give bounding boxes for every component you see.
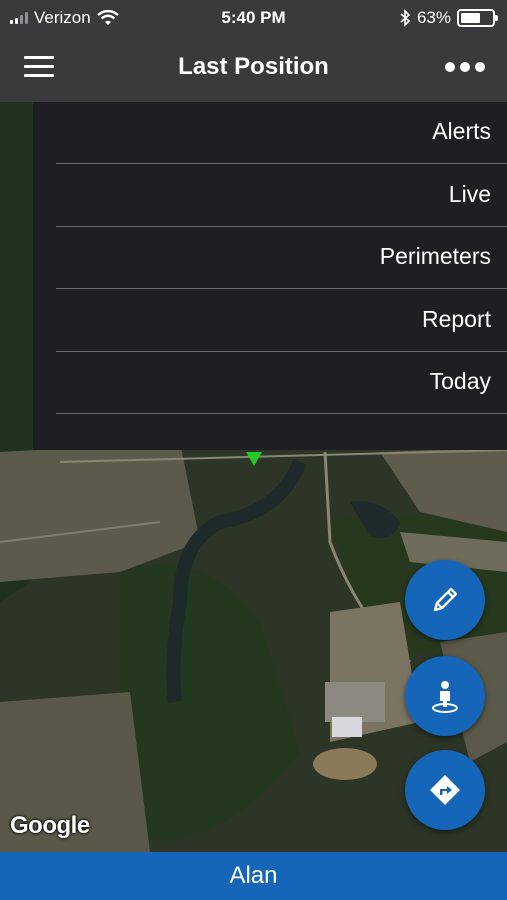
battery-icon <box>457 9 498 27</box>
google-logo: Google <box>10 812 90 839</box>
menu-item-label: Perimeters <box>379 243 491 269</box>
menu-item-alerts[interactable]: Alerts <box>56 102 507 164</box>
menu-item-label: Live <box>448 181 491 207</box>
menu-item-today[interactable]: Today <box>56 352 507 414</box>
menu-item-perimeters[interactable]: Perimeters <box>56 227 507 289</box>
device-name-bar[interactable]: Alan <box>0 852 507 900</box>
page-title: Last Position <box>178 53 329 80</box>
app-header: Last Position <box>0 36 507 102</box>
edit-button[interactable] <box>405 560 485 640</box>
bluetooth-icon <box>400 9 411 27</box>
menu-item-label: Today <box>429 368 491 394</box>
battery-fill <box>461 13 480 23</box>
device-name: Alan <box>229 862 278 889</box>
menu-item-label: Report <box>421 306 491 332</box>
directions-icon <box>430 775 460 805</box>
menu-item-label: Alerts <box>432 118 491 144</box>
battery-percent: 63% <box>416 8 451 27</box>
person-location-button[interactable] <box>405 656 485 736</box>
directions-button[interactable] <box>405 750 485 830</box>
menu-item-report[interactable]: Report <box>56 290 507 352</box>
pencil-icon <box>433 587 458 612</box>
ellipsis-icon <box>445 62 455 72</box>
person-location-icon <box>432 681 458 713</box>
status-bar: Verizon 5:40 PM 63% <box>0 0 507 36</box>
more-options-button[interactable] <box>445 62 485 72</box>
options-dropdown-menu: Alerts Live Perimeters Report Today <box>33 102 507 450</box>
menu-item-live[interactable]: Live <box>56 165 507 227</box>
status-right: 63% <box>399 8 498 28</box>
